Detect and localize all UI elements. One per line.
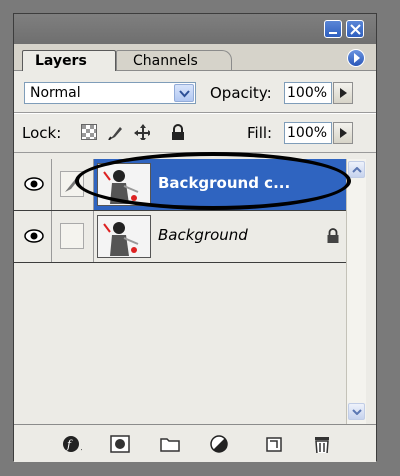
layer-link-cell[interactable] <box>52 159 94 210</box>
new-layer-icon[interactable] <box>264 435 284 453</box>
lock-transparent-pixels-icon[interactable] <box>81 124 97 140</box>
layers-scrollbar[interactable] <box>346 159 366 424</box>
layers-list: Background c... Background <box>14 159 376 424</box>
blend-mode-value: Normal <box>30 85 81 101</box>
adjustment-layer-icon[interactable] <box>210 435 230 453</box>
lock-image-pixels-icon[interactable] <box>107 124 123 140</box>
brush-indicator <box>60 171 84 197</box>
scroll-down-button[interactable] <box>348 403 365 420</box>
opacity-field[interactable]: 100% <box>284 82 332 104</box>
layer-name-cell[interactable]: Background <box>94 211 346 262</box>
visibility-toggle[interactable] <box>14 159 52 210</box>
layer-mask-icon[interactable] <box>110 435 130 453</box>
triangle-right-icon <box>340 128 347 138</box>
lock-all-icon[interactable] <box>170 124 186 140</box>
visibility-toggle[interactable] <box>14 211 52 262</box>
portrait-thumbnail-image <box>98 164 150 205</box>
lock-position-icon[interactable] <box>134 124 150 140</box>
tab-channels[interactable]: Channels <box>116 50 232 70</box>
opacity-label: Opacity: <box>210 84 272 102</box>
minimize-button[interactable] <box>324 20 342 38</box>
layer-link-cell[interactable] <box>52 211 94 262</box>
chevron-up-icon <box>352 167 362 173</box>
divider <box>14 113 376 114</box>
opacity-slider-button[interactable] <box>333 82 353 104</box>
layer-thumbnail <box>97 215 151 258</box>
palette-tabs: Layers Channels <box>14 44 376 71</box>
blend-mode-dropdown-button[interactable] <box>174 84 194 102</box>
palette-menu-button[interactable] <box>347 49 365 67</box>
new-group-icon[interactable] <box>160 435 180 453</box>
layer-row[interactable]: Background <box>14 211 346 263</box>
triangle-right-icon <box>340 88 347 98</box>
fill-field[interactable]: 100% <box>284 122 332 144</box>
fill-slider-button[interactable] <box>333 122 353 144</box>
empty-link-indicator <box>60 223 84 249</box>
layer-name: Background <box>158 226 248 244</box>
trash-icon[interactable] <box>312 435 332 453</box>
triangle-right-icon <box>354 53 360 63</box>
divider <box>14 152 376 153</box>
tab-layers[interactable]: Layers <box>22 50 116 71</box>
brush-icon <box>65 177 79 192</box>
palette-bottom-bar: f <box>14 424 376 462</box>
eye-icon <box>24 177 44 191</box>
close-icon <box>350 24 361 35</box>
layer-name-cell[interactable]: Background c... <box>94 159 346 210</box>
lock-icon <box>327 228 339 243</box>
chevron-down-icon <box>352 409 362 415</box>
layers-palette: Layers Channels Normal Opacity: 100% Loc… <box>13 13 377 462</box>
eye-icon <box>24 229 44 243</box>
chevron-down-icon <box>179 90 190 98</box>
lock-label: Lock: <box>22 124 62 142</box>
layer-style-icon[interactable]: f <box>62 435 82 453</box>
layer-row[interactable]: Background c... <box>14 159 346 211</box>
fill-label: Fill: <box>247 124 273 142</box>
close-button[interactable] <box>346 20 364 38</box>
layer-name: Background c... <box>158 174 291 192</box>
scroll-up-button[interactable] <box>348 161 365 178</box>
palette-title-bar[interactable] <box>14 14 376 44</box>
layer-thumbnail <box>97 163 151 206</box>
portrait-thumbnail-image <box>98 216 150 257</box>
blend-mode-select[interactable]: Normal <box>24 82 196 104</box>
